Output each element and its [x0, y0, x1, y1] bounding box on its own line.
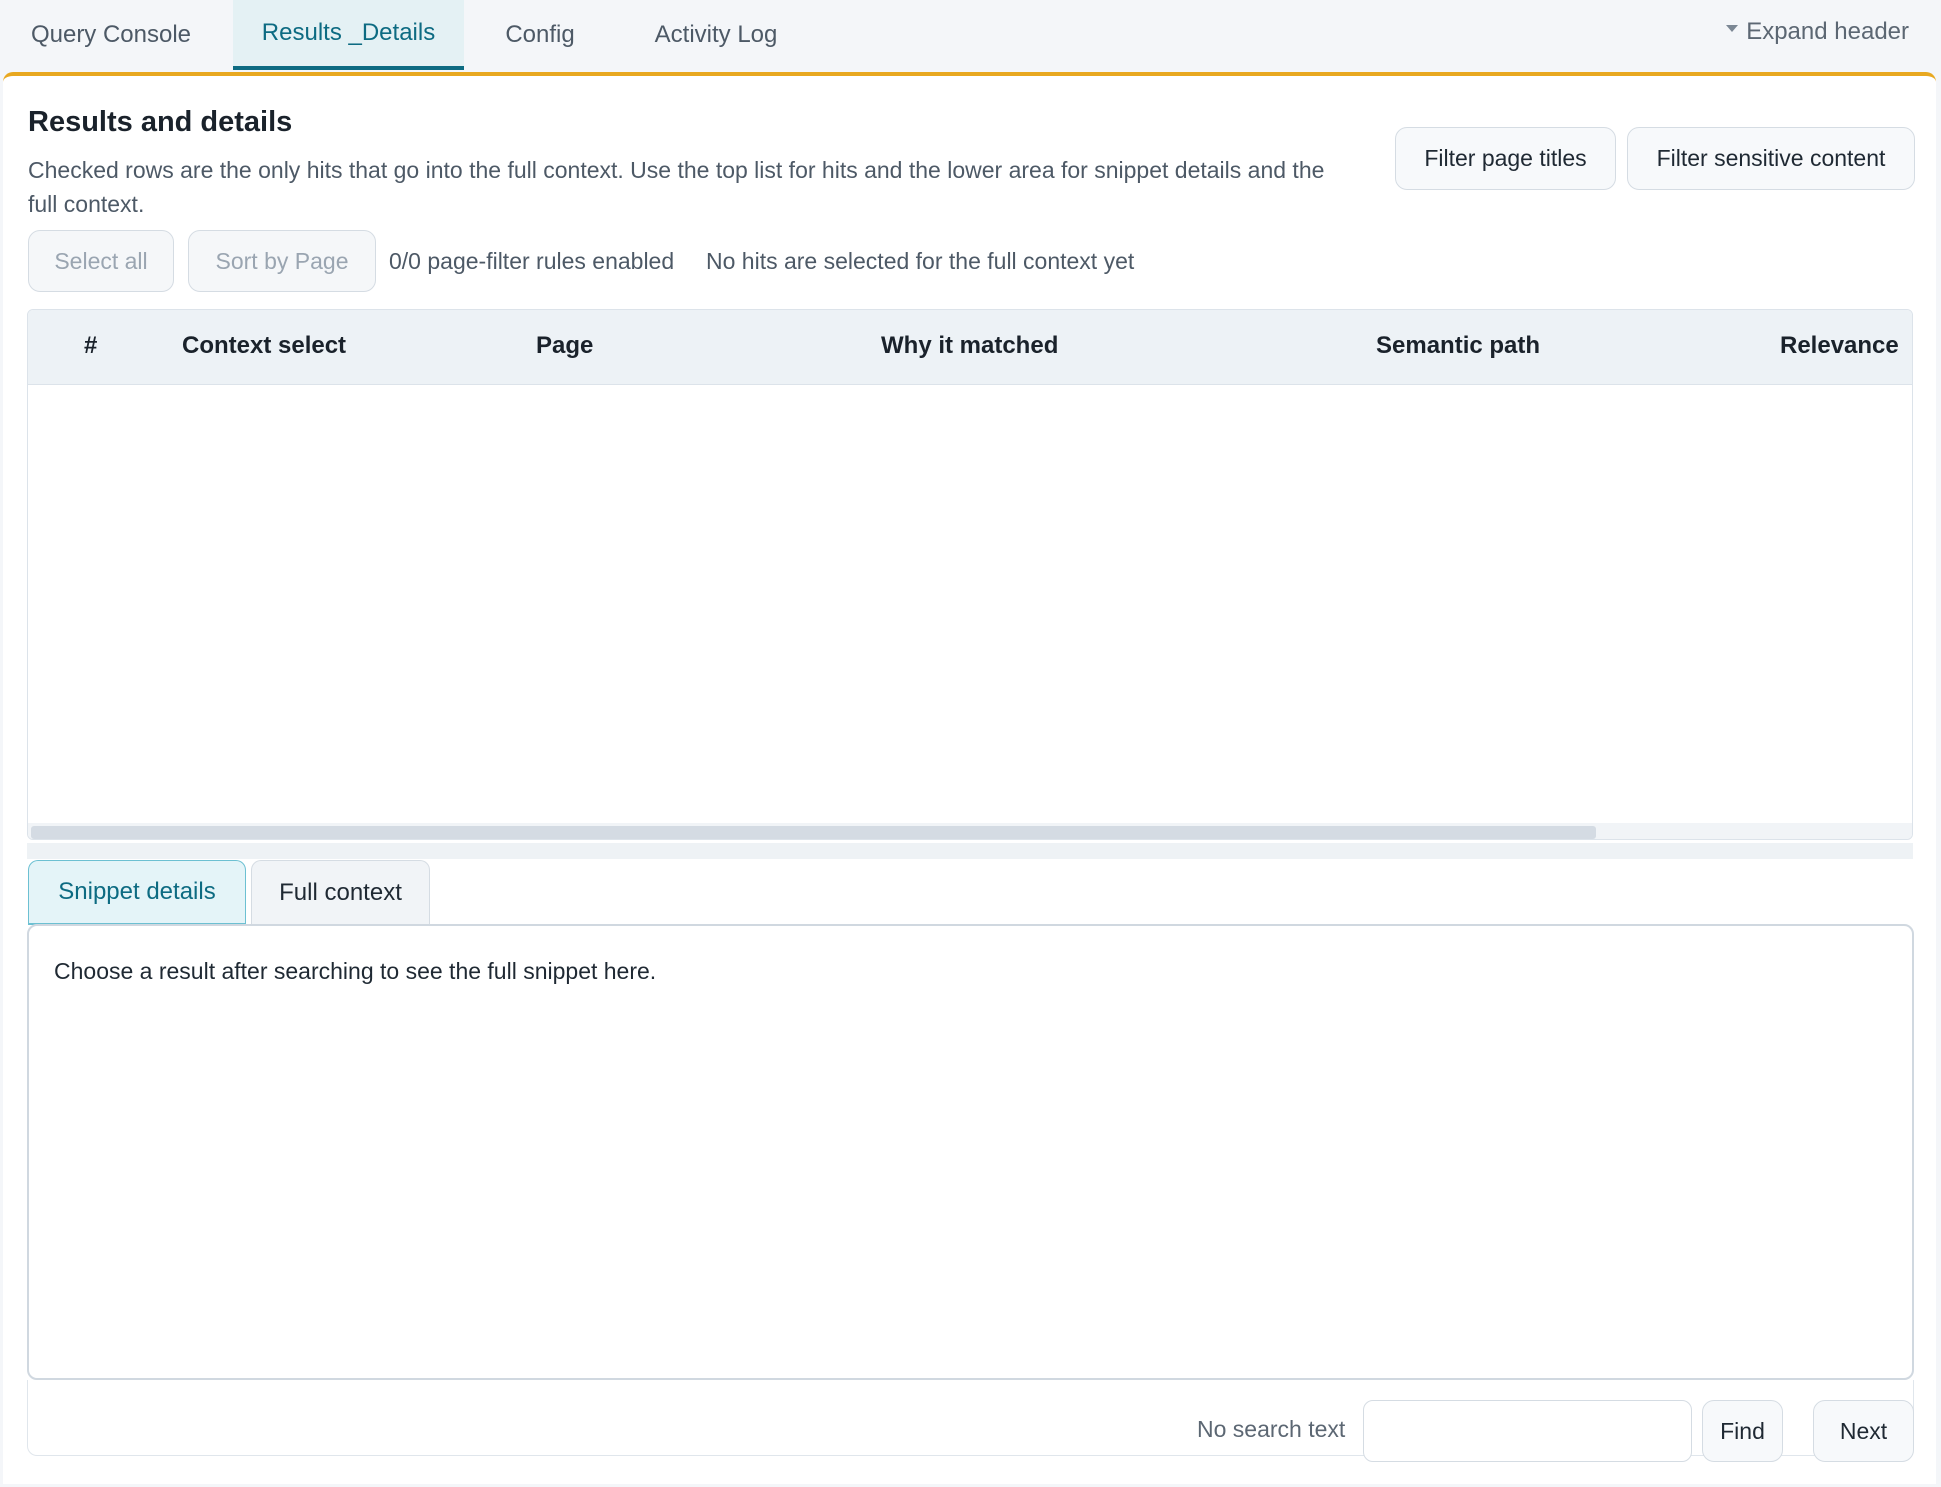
sort-by-page-button[interactable]: Sort by Page [188, 230, 376, 292]
column-header-relevance[interactable]: Relevance [1780, 332, 1899, 360]
select-all-button[interactable]: Select all [28, 230, 174, 292]
section-description: Checked rows are the only hits that go i… [28, 157, 1325, 217]
caret-down-icon [1726, 24, 1739, 32]
scrollbar-thumb[interactable] [31, 826, 1596, 839]
next-button[interactable]: Next [1813, 1400, 1914, 1462]
selection-status: No hits are selected for the full contex… [706, 248, 1135, 274]
tab-full-context[interactable]: Full context [251, 860, 430, 925]
expand-header-toggle[interactable]: Expand header [1726, 18, 1909, 46]
tab-config[interactable]: Config [490, 0, 590, 70]
tab-results-details[interactable]: Results _Details [233, 0, 464, 70]
column-header-context-select[interactable]: Context select [182, 332, 346, 360]
horizontal-scrollbar[interactable] [28, 823, 1912, 839]
tab-query-console[interactable]: Query Console [0, 0, 222, 70]
results-panel: Results and details Checked rows are the… [3, 72, 1936, 1484]
tab-snippet-details[interactable]: Snippet details [28, 860, 246, 925]
snippet-detail-area: Choose a result after searching to see t… [27, 924, 1914, 1380]
pane-splitter[interactable] [27, 843, 1913, 859]
tab-activity-log[interactable]: Activity Log [640, 0, 792, 70]
search-input[interactable] [1363, 1400, 1692, 1462]
filter-rules-status: 0/0 page-filter rules enabled [389, 248, 675, 274]
find-button[interactable]: Find [1702, 1400, 1783, 1462]
results-table[interactable]: # Context select Page Why it matched Sem… [27, 309, 1913, 840]
column-header-index[interactable]: # [84, 332, 97, 360]
expand-header-label: Expand header [1746, 18, 1909, 45]
filter-page-titles-button[interactable]: Filter page titles [1395, 127, 1616, 190]
filter-sensitive-content-button[interactable]: Filter sensitive content [1627, 127, 1915, 190]
main-tab-bar: Query Console Results _Details Config Ac… [0, 0, 1941, 72]
column-header-page[interactable]: Page [536, 332, 593, 360]
search-status: No search text [1197, 1416, 1346, 1442]
section-title: Results and details [28, 106, 293, 138]
snippet-placeholder: Choose a result after searching to see t… [54, 958, 657, 984]
column-header-why-matched[interactable]: Why it matched [881, 332, 1058, 360]
column-header-semantic-path[interactable]: Semantic path [1376, 332, 1540, 360]
table-header: # Context select Page Why it matched Sem… [28, 310, 1912, 385]
